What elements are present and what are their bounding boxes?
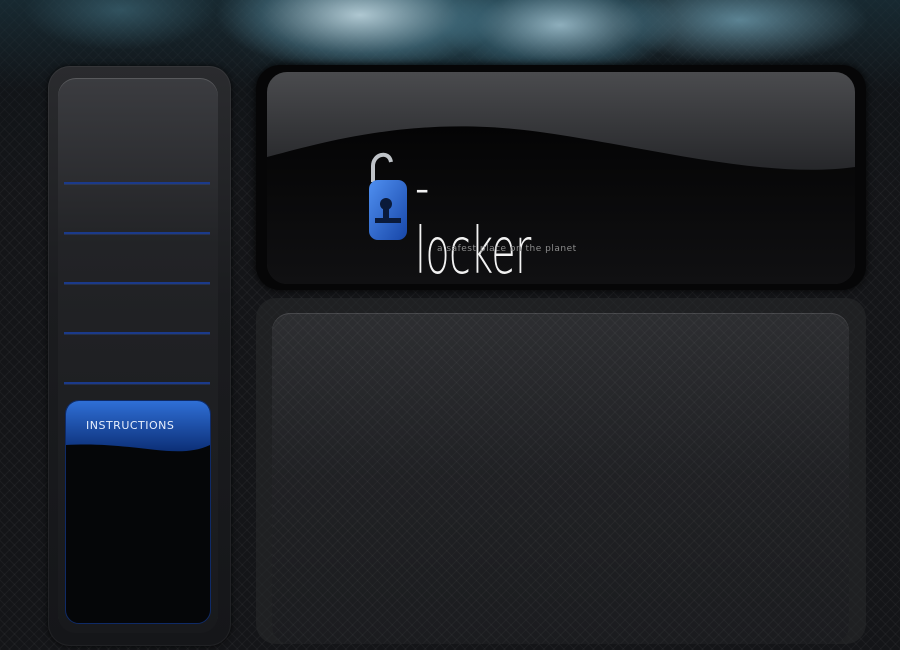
- sidebar-item-2[interactable]: [64, 186, 210, 234]
- sidebar-nav: [64, 136, 210, 386]
- sidebar-item-1[interactable]: [64, 136, 210, 184]
- sidebar-item-4[interactable]: [64, 286, 210, 334]
- instructions-box: INSTRUCTIONS: [65, 400, 211, 624]
- instructions-title: INSTRUCTIONS: [86, 419, 175, 432]
- instructions-header-background: [66, 401, 210, 452]
- padlock-icon: [369, 152, 407, 240]
- logo-tagline: a safest place on the planet: [437, 244, 577, 254]
- sidebar-item-3[interactable]: [64, 236, 210, 284]
- logo: -locker a safest place on the planet: [365, 148, 577, 284]
- sidebar-item-5[interactable]: [64, 336, 210, 384]
- logo-wordmark: -locker: [415, 151, 531, 289]
- content-panel: [272, 313, 849, 644]
